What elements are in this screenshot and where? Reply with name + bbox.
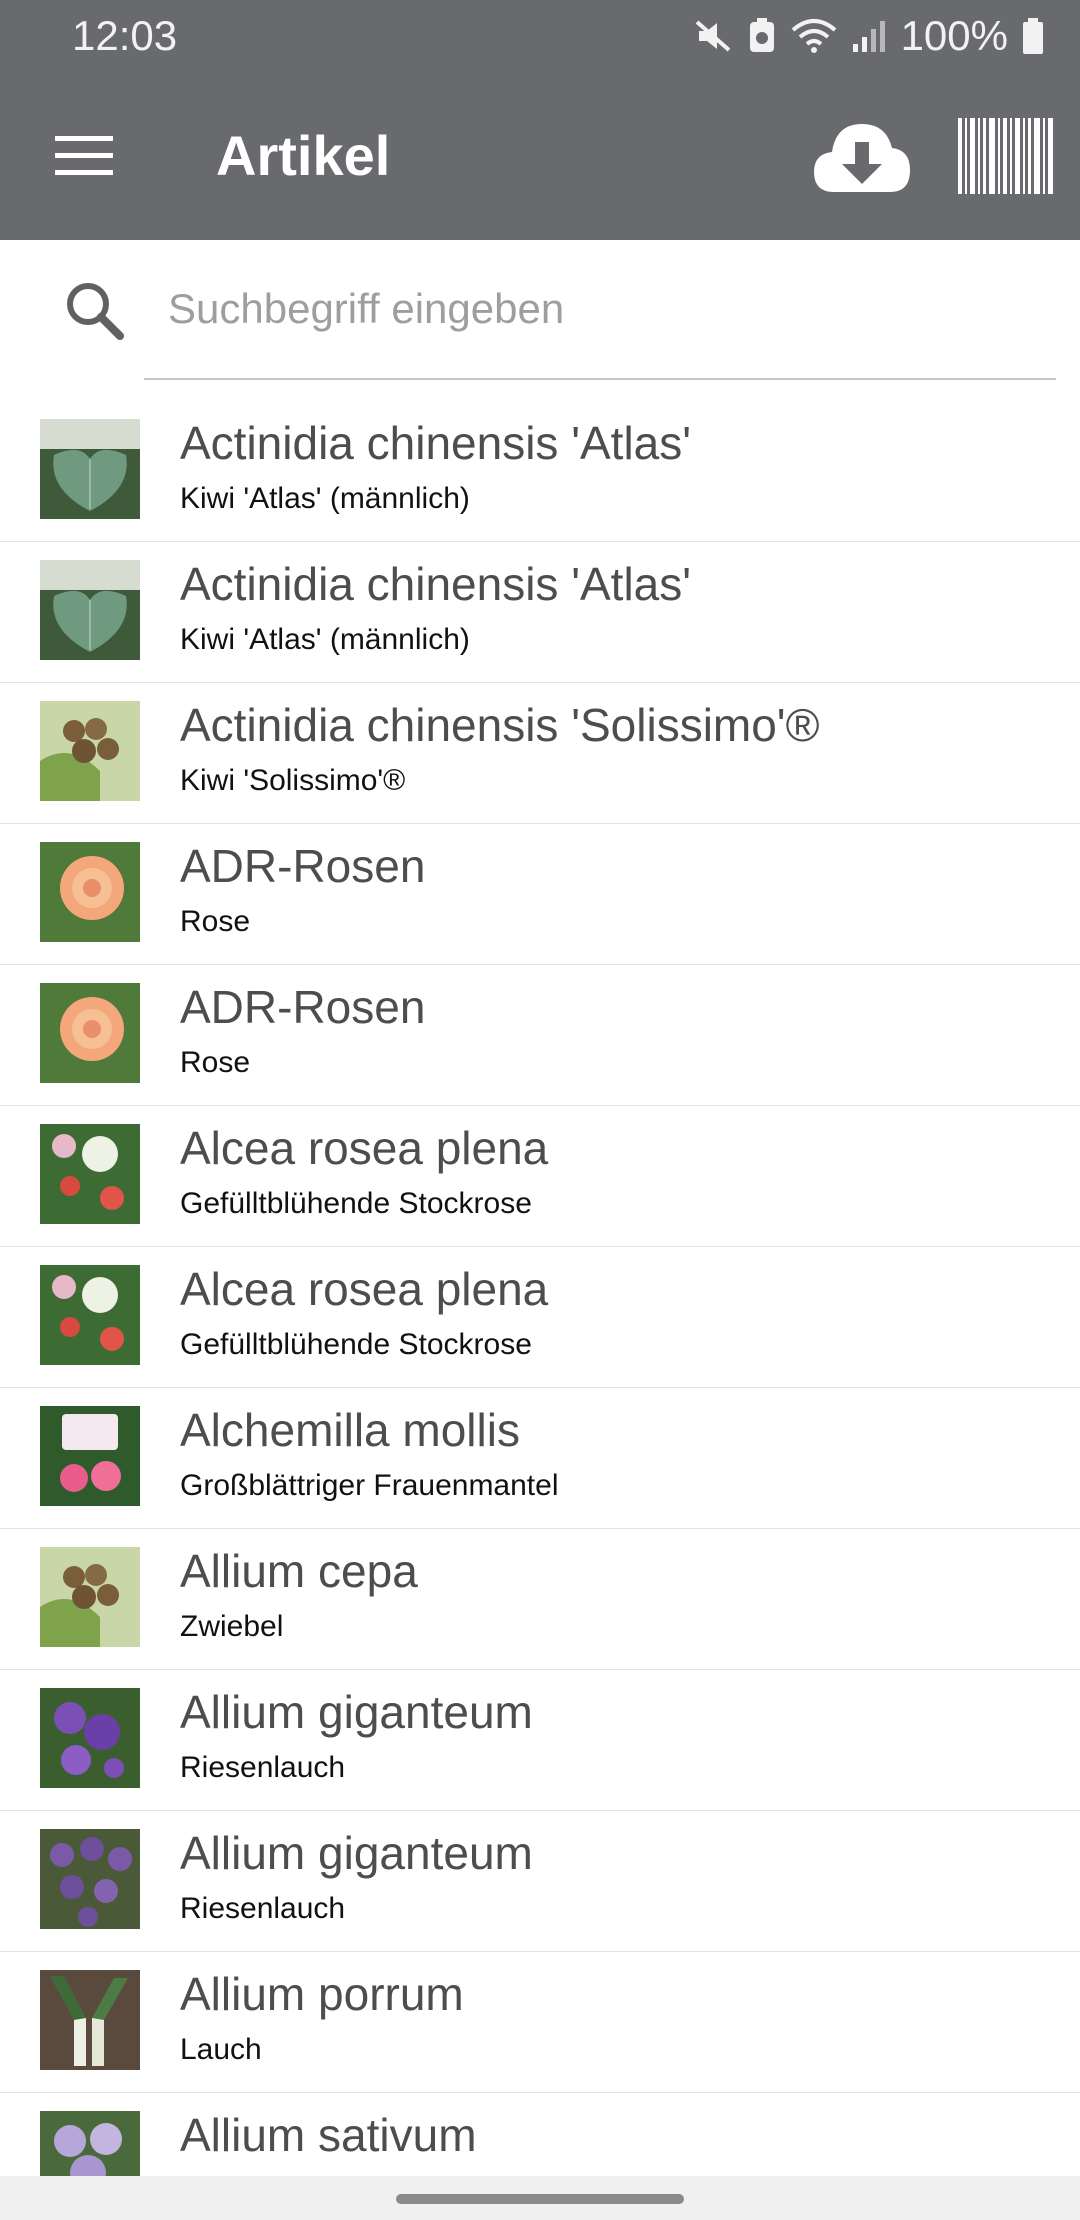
barcode-scan-button[interactable] <box>956 116 1056 196</box>
home-gesture-handle[interactable] <box>396 2194 684 2204</box>
article-list[interactable]: Actinidia chinensis 'Atlas' Kiwi 'Atlas'… <box>0 401 1080 2176</box>
article-subtitle: Kiwi 'Solissimo'® <box>180 764 406 797</box>
status-bar: 12:03 100% <box>0 0 1080 72</box>
list-item[interactable]: Alcea rosea plena Gefülltblühende Stockr… <box>0 1106 1080 1247</box>
page-title: Artikel <box>216 124 391 187</box>
kiwi-fruit-image <box>40 701 140 801</box>
article-title: ADR-Rosen <box>180 840 426 892</box>
article-title: Allium porrum <box>180 1968 464 2020</box>
search-icon[interactable] <box>64 280 126 342</box>
peach-rose-image <box>40 842 140 942</box>
list-item[interactable]: Allium giganteum Riesenlauch <box>0 1811 1080 1952</box>
article-subtitle: Rose <box>180 1046 251 1079</box>
list-item[interactable]: Alcea rosea plena Gefülltblühende Stockr… <box>0 1247 1080 1388</box>
lilac-flower-image <box>40 2111 140 2176</box>
search-underline <box>144 378 1056 380</box>
wifi-icon <box>791 19 836 53</box>
kiwi-leaf-image <box>40 560 140 660</box>
article-subtitle: Gefülltblühende Stockrose <box>180 1187 532 1220</box>
pink-rose-sign-image <box>40 1406 140 1506</box>
download-button[interactable] <box>810 108 914 204</box>
search-bar <box>0 240 1080 380</box>
article-title: Allium giganteum <box>180 1686 533 1738</box>
list-item[interactable]: ADR-Rosen Rose <box>0 965 1080 1106</box>
list-item[interactable]: Allium giganteum Riesenlauch <box>0 1670 1080 1811</box>
article-title: Alcea rosea plena <box>180 1122 549 1174</box>
article-title: Allium giganteum <box>180 1827 533 1879</box>
status-icons: 100% <box>693 10 1044 62</box>
article-title: Allium sativum <box>180 2109 477 2161</box>
leek-image <box>40 1970 140 2070</box>
list-item[interactable]: Actinidia chinensis 'Atlas' Kiwi 'Atlas'… <box>0 401 1080 542</box>
allium-ball-image <box>40 1829 140 1929</box>
kiwi-leaf-image <box>40 419 140 519</box>
data-saver-icon <box>749 18 774 52</box>
article-title: Alcea rosea plena <box>180 1263 549 1315</box>
article-subtitle: Kiwi 'Atlas' (männlich) <box>180 482 470 515</box>
list-item[interactable]: ADR-Rosen Rose <box>0 824 1080 965</box>
list-item[interactable]: Actinidia chinensis 'Solissimo'® Kiwi 'S… <box>0 683 1080 824</box>
battery-icon <box>1023 18 1043 54</box>
app-bar: Artikel <box>0 72 1080 240</box>
mute-icon <box>695 20 730 52</box>
article-subtitle: Gefülltblühende Stockrose <box>180 1328 532 1361</box>
purple-flower-image <box>40 1688 140 1788</box>
article-subtitle: Lauch <box>180 2033 262 2066</box>
status-time: 12:03 <box>72 12 178 59</box>
signal-icon <box>852 21 885 52</box>
article-title: Actinidia chinensis 'Solissimo'® <box>180 699 820 751</box>
hollyhock-image <box>40 1124 140 1224</box>
system-navigation-bar <box>0 2176 1080 2220</box>
list-item[interactable]: Alchemilla mollis Großblättriger Frauenm… <box>0 1388 1080 1529</box>
article-subtitle: Kiwi 'Atlas' (männlich) <box>180 623 470 656</box>
hamburger-menu-icon <box>55 136 113 175</box>
article-title: Alchemilla mollis <box>180 1404 520 1456</box>
list-item[interactable]: Allium porrum Lauch <box>0 1952 1080 2093</box>
article-subtitle: Zwiebel <box>180 1610 284 1643</box>
article-subtitle: Riesenlauch <box>180 1751 346 1784</box>
hollyhock-image <box>40 1265 140 1365</box>
list-item[interactable]: Allium sativum <box>0 2093 1080 2176</box>
battery-percentage: 100% <box>900 12 1008 59</box>
barcode-icon <box>958 118 1053 194</box>
cloud-download-icon <box>814 124 910 192</box>
article-title: Actinidia chinensis 'Atlas' <box>180 417 692 469</box>
article-title: Actinidia chinensis 'Atlas' <box>180 558 692 610</box>
list-item[interactable]: Actinidia chinensis 'Atlas' Kiwi 'Atlas'… <box>0 542 1080 683</box>
menu-button[interactable] <box>48 120 120 192</box>
article-subtitle: Rose <box>180 905 251 938</box>
article-subtitle: Großblättriger Frauenmantel <box>180 1469 559 1502</box>
peach-rose-image <box>40 983 140 1083</box>
list-item[interactable]: Allium cepa Zwiebel <box>0 1529 1080 1670</box>
article-title: Allium cepa <box>180 1545 418 1597</box>
article-title: ADR-Rosen <box>180 981 426 1033</box>
article-subtitle: Riesenlauch <box>180 1892 346 1925</box>
search-input[interactable] <box>144 274 1054 344</box>
kiwi-fruit-image <box>40 1547 140 1647</box>
